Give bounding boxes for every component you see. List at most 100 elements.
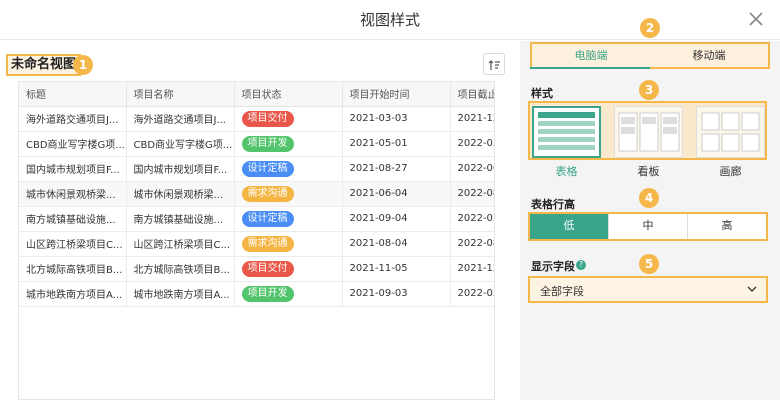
style-board-card[interactable] [614, 106, 683, 158]
table-row[interactable]: 城市休闲景观桥梁... 城市休闲景观桥梁... 需求沟通 2021-06-04 2022… [19, 181, 494, 207]
gallery-style-icon [701, 112, 760, 152]
status-badge: 设计定稿 [241, 210, 294, 227]
row-project-name: 海外道路交通项目J... [126, 106, 235, 132]
table-row[interactable]: 城市地跌南方项目A... 城市地跌南方项目A... 项目开发 2021-09-03 20… [19, 281, 494, 307]
preview-table: 标题 项目名称 项目状态 项目开始时间 项目截止 海外道路交通项目J... 海外道… [18, 81, 495, 400]
row-status: 设计定稿 [234, 156, 343, 182]
device-tabs: 电脑端 移动端 [530, 42, 770, 69]
column-header: 项目开始时间 [342, 82, 451, 107]
style-label-gallery: 画廊 [719, 165, 742, 178]
fields-label: 显示字段 [531, 260, 575, 273]
row-status: 项目交付 [234, 106, 343, 132]
row-start-date: 2021-08-27 [342, 156, 451, 182]
row-end-date: 2022-08-... [450, 231, 494, 257]
row-status: 设计定稿 [234, 206, 343, 232]
fields-select[interactable]: 全部字段 [528, 276, 768, 303]
row-end-date: 2022-08-... [450, 181, 494, 207]
view-name[interactable]: 未命名视图 [6, 54, 82, 76]
table-style-icon [538, 112, 595, 150]
table-row[interactable]: 山区跨江桥梁项目C... 山区跨江桥梁项目C... 需求沟通 2021-08-04 20… [19, 231, 494, 257]
marker-5: 5 [639, 254, 659, 274]
dialog-header: 视图样式 2 [0, 0, 780, 40]
settings-panel: 电脑端 移动端 样式 3 表格 看板 画廊 表格行高 4 低 中 高 显示字段 … [520, 41, 780, 400]
row-height-medium[interactable]: 中 [609, 214, 688, 239]
row-title: 城市休闲景观桥梁... [19, 181, 127, 207]
table-row[interactable]: 北方城际高铁项目B... 北方城际高铁项目B... 项目交付 2021-11-05 20… [19, 256, 494, 282]
column-header: 标题 [19, 82, 127, 107]
style-label-table: 表格 [555, 165, 578, 178]
status-badge: 项目交付 [241, 260, 294, 277]
row-end-date: 2022-05-... [450, 281, 494, 307]
status-badge: 需求沟通 [241, 235, 294, 252]
status-badge: 设计定稿 [241, 160, 294, 177]
row-title: 南方城镇基础设施... [19, 206, 127, 232]
table-header-row: 标题 项目名称 项目状态 项目开始时间 项目截止 [19, 82, 494, 107]
table-row[interactable]: CBD商业写字楼G项... CBD商业写字楼G项... 项目开发 2021-05-01… [19, 131, 494, 157]
row-end-date: 2022-03-... [450, 131, 494, 157]
chevron-down-icon [747, 286, 757, 292]
row-title: 海外道路交通项目J... [19, 106, 127, 132]
close-icon[interactable] [746, 9, 766, 29]
row-end-date: 2022-05-... [450, 206, 494, 232]
row-start-date: 2021-09-04 [342, 206, 451, 232]
row-status: 项目开发 [234, 281, 343, 307]
style-section-label: 样式 [531, 87, 553, 100]
active-tab-indicator [530, 67, 650, 69]
dialog-title: 视图样式 [359, 11, 420, 29]
board-style-icon [618, 112, 680, 152]
row-height-low[interactable]: 低 [530, 214, 609, 239]
column-header: 项目名称 [126, 82, 235, 107]
row-end-date: 2021-12-... [450, 106, 494, 132]
style-table-card[interactable] [532, 106, 601, 158]
row-project-name: 南方城镇基础设施... [126, 206, 235, 232]
column-header: 项目状态 [234, 82, 343, 107]
row-project-name: 城市休闲景观桥梁... [126, 181, 235, 207]
sort-button[interactable] [483, 53, 505, 75]
view-style-dialog: 视图样式 2 未命名视图 1 标题 项目名称 项目状态 项目开始时间 项目截止 … [0, 0, 780, 400]
table-row[interactable]: 南方城镇基础设施... 南方城镇基础设施... 设计定稿 2021-09-04 2022… [19, 206, 494, 232]
row-start-date: 2021-06-04 [342, 181, 451, 207]
row-status: 需求沟通 [234, 181, 343, 207]
sort-icon [488, 60, 500, 70]
status-badge: 项目开发 [241, 285, 294, 302]
row-title: 国内城市规划项目F... [19, 156, 127, 182]
status-badge: 项目开发 [241, 135, 294, 152]
row-project-name: CBD商业写字楼G项... [126, 131, 235, 157]
row-start-date: 2021-03-03 [342, 106, 451, 132]
marker-4: 4 [639, 188, 659, 208]
row-title: CBD商业写字楼G项... [19, 131, 127, 157]
help-icon[interactable]: ? [576, 260, 586, 270]
row-height-label: 表格行高 [531, 198, 575, 211]
preview-panel: 未命名视图 1 标题 项目名称 项目状态 项目开始时间 项目截止 海外道路交通项… [0, 41, 520, 400]
status-badge: 需求沟通 [241, 185, 294, 202]
tab-desktop[interactable]: 电脑端 [532, 44, 650, 67]
column-header: 项目截止 [450, 82, 494, 107]
style-label-board: 看板 [637, 165, 660, 178]
row-height-selector: 低 中 高 [528, 212, 768, 241]
row-project-name: 北方城际高铁项目B... [126, 256, 235, 282]
table-row[interactable]: 国内城市规划项目F... 国内城市规划项目F... 设计定稿 2021-08-27 20… [19, 156, 494, 182]
row-project-name: 山区跨江桥梁项目C... [126, 231, 235, 257]
row-start-date: 2021-09-03 [342, 281, 451, 307]
marker-1: 1 [73, 55, 93, 75]
row-status: 项目开发 [234, 131, 343, 157]
row-start-date: 2021-05-01 [342, 131, 451, 157]
table-row[interactable]: 海外道路交通项目J... 海外道路交通项目J... 项目交付 2021-03-03 20… [19, 106, 494, 132]
row-project-name: 国内城市规划项目F... [126, 156, 235, 182]
row-title: 山区跨江桥梁项目C... [19, 231, 127, 257]
row-status: 项目交付 [234, 256, 343, 282]
row-start-date: 2021-08-04 [342, 231, 451, 257]
row-end-date: 2022-06-... [450, 156, 494, 182]
tab-mobile[interactable]: 移动端 [650, 44, 768, 67]
fields-select-value: 全部字段 [540, 285, 584, 298]
style-gallery-card[interactable] [696, 106, 765, 158]
row-title: 城市地跌南方项目A... [19, 281, 127, 307]
row-start-date: 2021-11-05 [342, 256, 451, 282]
row-height-high[interactable]: 高 [688, 214, 766, 239]
row-title: 北方城际高铁项目B... [19, 256, 127, 282]
status-badge: 项目交付 [241, 110, 294, 127]
style-options [528, 101, 767, 160]
marker-3: 3 [639, 80, 659, 100]
row-end-date: 2021-12-... [450, 256, 494, 282]
row-project-name: 城市地跌南方项目A... [126, 281, 235, 307]
